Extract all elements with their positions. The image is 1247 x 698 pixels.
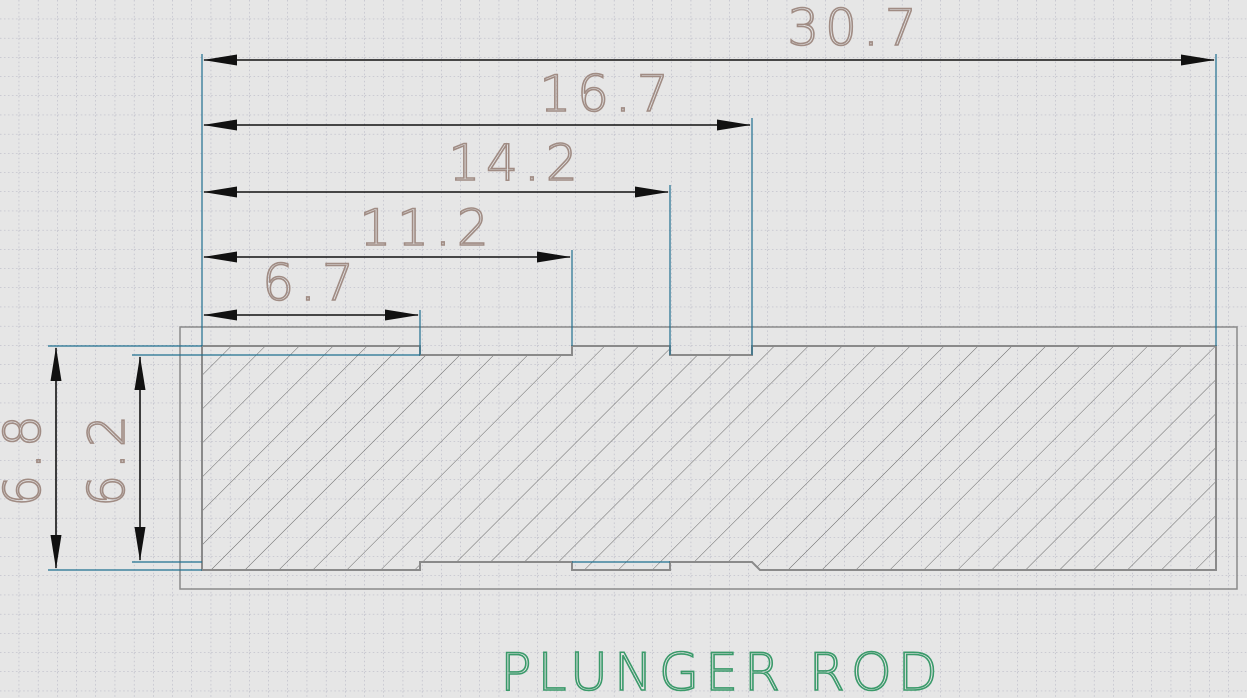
drawing-title: PLUNGER ROD [500,643,944,698]
dim-label-6-7: 6.7 [262,254,360,312]
dim-label-14-2: 14.2 [448,134,583,192]
dim-label-outer-diameter: 6.8 [0,409,52,507]
rod-section-hatch [202,346,1216,570]
dim-label-groove-diameter: 6.2 [78,409,136,507]
dim-label-16-7: 16.7 [539,65,674,123]
dim-label-11-2: 11.2 [359,199,494,257]
cad-drawing-canvas: 30.7 16.7 14.2 11.2 6.7 6.8 6.2 PLUNGER … [0,0,1247,698]
dim-label-overall: 30.7 [787,0,922,57]
